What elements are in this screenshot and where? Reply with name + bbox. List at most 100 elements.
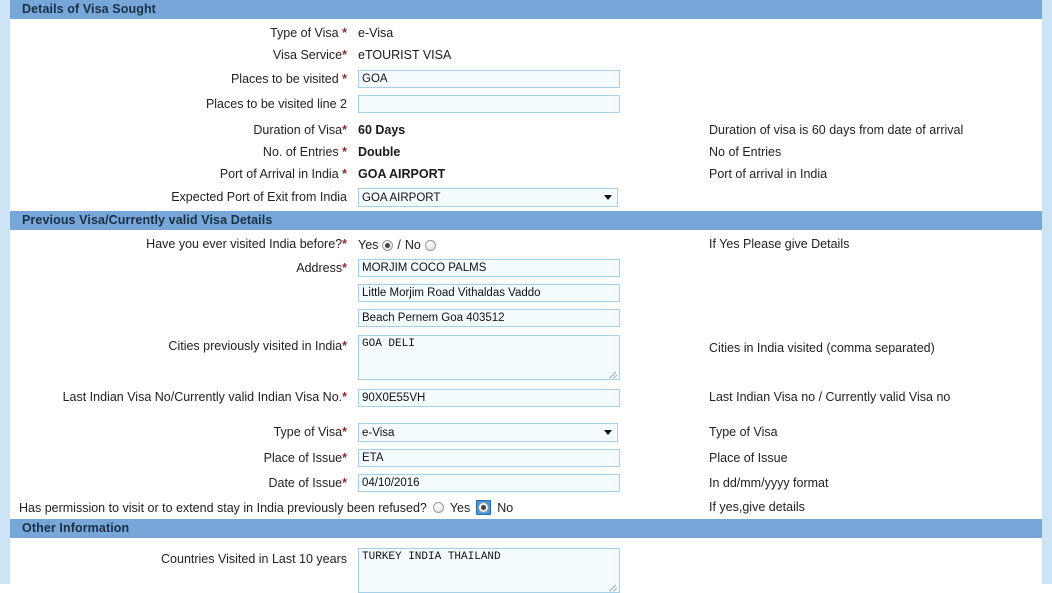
field-port-of-arrival: GOA AIRPORT xyxy=(355,167,695,182)
help-place-of-issue: Place of Issue xyxy=(695,449,1042,466)
row-address: Address* xyxy=(10,259,1042,277)
required-mark: * xyxy=(342,26,347,40)
help-cities-visited: Cities in India visited (comma separated… xyxy=(695,335,1042,356)
section-header-other-information: Other Information xyxy=(10,519,1042,538)
cities-visited-textarea[interactable]: GOA DELI xyxy=(358,335,620,380)
last-visa-no-input[interactable] xyxy=(358,389,620,407)
label-text: Expected Port of Exit from India xyxy=(171,190,347,204)
date-of-issue-input[interactable] xyxy=(358,474,620,492)
radio-visited-india-no[interactable] xyxy=(425,240,436,251)
places-to-be-visited-line2-input[interactable] xyxy=(358,95,620,113)
row-place-of-issue: Place of Issue* Place of Issue xyxy=(10,449,1042,467)
radio-visited-india-yes[interactable] xyxy=(382,240,393,251)
resize-handle-icon[interactable] xyxy=(609,369,618,378)
field-cities-visited: GOA DELI xyxy=(355,335,695,380)
label-text: Countries Visited in Last 10 years xyxy=(161,552,347,566)
address-line2-input[interactable] xyxy=(358,284,620,302)
label-text: Address xyxy=(296,261,342,275)
cities-visited-value: GOA DELI xyxy=(362,338,415,350)
row-expected-port-of-exit: Expected Port of Exit from India GOA AIR… xyxy=(10,188,1042,207)
label-text: Places to be visited xyxy=(231,72,342,86)
field-visited-india-before: Yes / No xyxy=(355,237,695,253)
label-text: No. of Entries xyxy=(263,145,342,159)
required-mark: * xyxy=(342,339,347,353)
row-no-of-entries: No. of Entries * Double No of Entries xyxy=(10,145,1042,160)
radio-permission-refused-no[interactable] xyxy=(478,502,489,513)
field-visa-service: eTOURIST VISA xyxy=(355,48,695,63)
chevron-down-icon xyxy=(604,195,612,200)
label-text: Port of Arrival in India xyxy=(220,167,342,181)
radio-label-permission-yes: Yes xyxy=(450,501,470,515)
label-text: Type of Visa xyxy=(270,26,342,40)
row-port-of-arrival: Port of Arrival in India * GOA AIRPORT P… xyxy=(10,167,1042,182)
label-date-of-issue: Date of Issue* xyxy=(10,474,355,491)
required-mark: * xyxy=(342,167,347,181)
value-port-of-arrival: GOA AIRPORT xyxy=(358,167,695,182)
row-date-of-issue: Date of Issue* In dd/mm/yyyy format xyxy=(10,474,1042,492)
label-cities-visited: Cities previously visited in India* xyxy=(10,335,355,354)
label-text: Have you ever visited India before? xyxy=(146,237,342,251)
row-visited-india-before: Have you ever visited India before?* Yes… xyxy=(10,237,1042,253)
places-to-be-visited-input[interactable] xyxy=(358,70,620,88)
row-cities-visited: Cities previously visited in India* GOA … xyxy=(10,335,1042,380)
label-text: Place of Issue xyxy=(264,451,343,465)
field-address-line2 xyxy=(355,284,695,302)
field-place-of-issue xyxy=(355,449,695,467)
help-port-of-arrival: Port of arrival in India xyxy=(695,167,1042,182)
label-last-visa-no: Last Indian Visa No/Currently valid Indi… xyxy=(10,389,355,405)
required-mark: * xyxy=(342,476,347,490)
resize-handle-icon[interactable] xyxy=(609,582,618,591)
place-of-issue-input[interactable] xyxy=(358,449,620,467)
label-place-of-issue: Place of Issue* xyxy=(10,449,355,466)
field-date-of-issue xyxy=(355,474,695,492)
label-text: Type of Visa xyxy=(274,425,343,439)
label-text: Duration of Visa xyxy=(253,123,342,137)
row-visa-service: Visa Service* eTOURIST VISA xyxy=(10,48,1042,63)
field-places-to-be-visited xyxy=(355,70,695,88)
section-header-visa-sought: Details of Visa Sought xyxy=(10,0,1042,19)
countries-visited-textarea[interactable]: TURKEY INDIA THAILAND xyxy=(358,548,620,593)
field-prev-type-of-visa: e-Visa xyxy=(355,423,695,442)
label-no-of-entries: No. of Entries * xyxy=(10,145,355,160)
value-duration-of-visa: 60 Days xyxy=(358,123,695,138)
radio-label-permission-no: No xyxy=(497,501,513,515)
row-places-to-be-visited-line2: Places to be visited line 2 xyxy=(10,95,1042,113)
radio-permission-refused-yes[interactable] xyxy=(433,502,444,513)
spacer xyxy=(10,230,1042,234)
field-places-to-be-visited-line2 xyxy=(355,95,695,113)
field-duration-of-visa: 60 Days xyxy=(355,123,695,138)
prev-type-of-visa-select[interactable]: e-Visa xyxy=(358,423,618,442)
required-mark: * xyxy=(342,48,347,62)
address-line1-input[interactable] xyxy=(358,259,620,277)
help-prev-type-of-visa: Type of Visa xyxy=(695,423,1042,440)
permission-refused-question-block: Has permission to visit or to extend sta… xyxy=(10,500,695,515)
help-permission-refused: If yes,give details xyxy=(695,500,1042,515)
value-type-of-visa: e-Visa xyxy=(358,26,695,41)
section-body-other-information: Countries Visited in Last 10 years TURKE… xyxy=(10,538,1042,593)
field-countries-visited: TURKEY INDIA THAILAND xyxy=(355,548,695,593)
label-expected-port-of-exit: Expected Port of Exit from India xyxy=(10,188,355,205)
section-body-visa-sought: Type of Visa * e-Visa Visa Service* eTOU… xyxy=(10,19,1042,211)
required-mark: * xyxy=(342,72,347,86)
expected-port-of-exit-select[interactable]: GOA AIRPORT xyxy=(358,188,618,207)
label-type-of-visa: Type of Visa * xyxy=(10,26,355,41)
label-text: Last Indian Visa No/Currently valid Indi… xyxy=(63,390,343,404)
required-mark: * xyxy=(342,145,347,159)
visited-india-before-radio-group: Yes / No xyxy=(358,237,695,253)
value-visa-service: eTOURIST VISA xyxy=(358,48,695,63)
radio-label-no: No xyxy=(405,237,421,253)
row-prev-type-of-visa: Type of Visa* e-Visa Type of Visa xyxy=(10,423,1042,442)
countries-visited-value: TURKEY INDIA THAILAND xyxy=(362,551,501,563)
label-address: Address* xyxy=(10,259,355,276)
row-places-to-be-visited: Places to be visited * xyxy=(10,70,1042,88)
row-address-line3 xyxy=(10,309,1042,327)
address-line3-input[interactable] xyxy=(358,309,620,327)
row-duration-of-visa: Duration of Visa* 60 Days Duration of vi… xyxy=(10,123,1042,138)
permission-refused-inline: Has permission to visit or to extend sta… xyxy=(10,500,695,515)
row-type-of-visa: Type of Visa * e-Visa xyxy=(10,26,1042,41)
label-permission-refused: Has permission to visit or to extend sta… xyxy=(19,501,427,515)
row-permission-refused: Has permission to visit or to extend sta… xyxy=(10,500,1042,515)
row-last-visa-no: Last Indian Visa No/Currently valid Indi… xyxy=(10,389,1042,407)
radio-permission-refused-no-wrap[interactable] xyxy=(476,500,491,515)
label-text: Visa Service xyxy=(273,48,342,62)
